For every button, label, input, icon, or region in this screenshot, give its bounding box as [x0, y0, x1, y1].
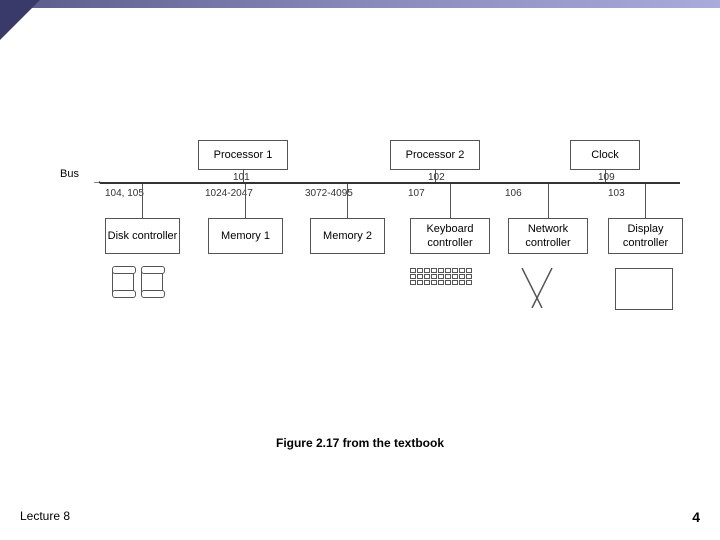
clock-box: Clock: [570, 140, 640, 170]
top-bar: [0, 0, 720, 8]
kbd-key: [417, 274, 423, 279]
net-vline: [548, 184, 549, 218]
keyboard-controller-box: Keyboard controller: [410, 218, 490, 254]
memory1-box: Memory 1: [208, 218, 283, 254]
bus-arrow: →: [92, 175, 103, 187]
mem2-vline: [347, 184, 348, 218]
cylinder1: [112, 268, 134, 296]
processor2-box: Processor 2: [390, 140, 480, 170]
mem1-vline: [245, 184, 246, 218]
num-109: 109: [598, 172, 615, 183]
bus-label: Bus: [60, 168, 79, 180]
kbd-key: [424, 274, 430, 279]
kbd-key: [431, 280, 437, 285]
kbd-key: [410, 274, 416, 279]
processor1-box: Processor 1: [198, 140, 288, 170]
diagram-area: Bus → Processor 1 Processor 2 Clock Disk…: [50, 20, 680, 380]
num-101: 101: [233, 172, 250, 183]
disk-controller-box: Disk controller: [105, 218, 180, 254]
lecture-label: Lecture 8: [20, 509, 70, 525]
addr-107: 107: [408, 188, 425, 199]
top-bar-accent: [0, 0, 40, 40]
cylinder2: [141, 268, 163, 296]
bus-line: [100, 182, 680, 184]
kbd-key: [410, 280, 416, 285]
kbd-key: [438, 274, 444, 279]
kbd-key: [452, 268, 458, 273]
addr-106: 106: [505, 188, 522, 199]
kbd-key: [466, 274, 472, 279]
addr-103: 103: [608, 188, 625, 199]
page-number: 4: [692, 509, 700, 525]
kbd-vline: [450, 184, 451, 218]
kbd-key: [417, 268, 423, 273]
kbd-key: [459, 268, 465, 273]
monitor-icon: [615, 268, 673, 310]
num-102: 102: [428, 172, 445, 183]
kbd-key: [452, 274, 458, 279]
addr-104-105: 104, 105: [105, 188, 144, 199]
network-icon: [512, 268, 572, 308]
disk-vline: [142, 184, 143, 218]
kbd-key: [410, 268, 416, 273]
kbd-key: [438, 280, 444, 285]
keyboard-icon: [410, 268, 472, 285]
kbd-key: [459, 274, 465, 279]
disk-icon: [110, 268, 165, 299]
kbd-key: [466, 280, 472, 285]
kbd-key: [452, 280, 458, 285]
kbd-key: [431, 268, 437, 273]
kbd-key: [424, 268, 430, 273]
memory2-box: Memory 2: [310, 218, 385, 254]
addr-3072-4095: 3072-4095: [305, 188, 353, 199]
kbd-key: [445, 268, 451, 273]
kbd-key: [438, 268, 444, 273]
kbd-key: [459, 280, 465, 285]
kbd-key: [445, 274, 451, 279]
kbd-key: [424, 280, 430, 285]
kbd-key: [445, 280, 451, 285]
footer: Lecture 8 4: [0, 509, 720, 525]
kbd-key: [417, 280, 423, 285]
network-controller-box: Network controller: [508, 218, 588, 254]
kbd-key: [431, 274, 437, 279]
kbd-key: [466, 268, 472, 273]
disp-vline: [645, 184, 646, 218]
figure-caption: Figure 2.17 from the textbook: [0, 436, 720, 450]
display-controller-box: Display controller: [608, 218, 683, 254]
